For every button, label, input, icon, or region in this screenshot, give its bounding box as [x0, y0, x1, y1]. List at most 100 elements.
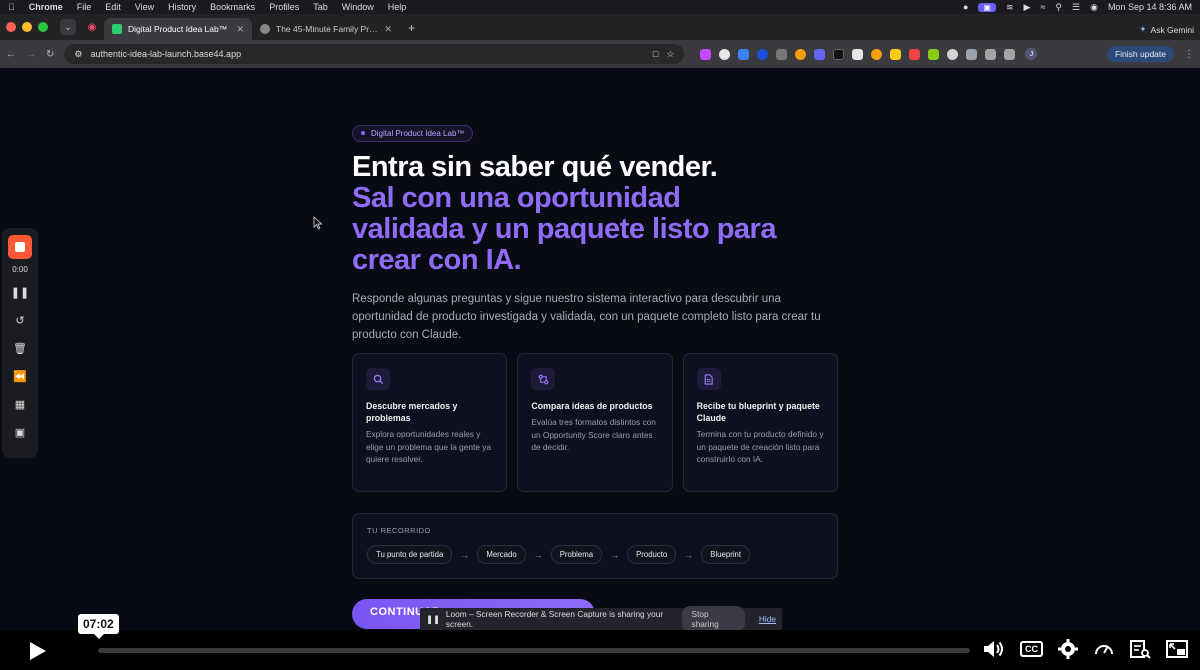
- picture-in-picture-icon[interactable]: [1165, 638, 1189, 660]
- menu-file[interactable]: File: [77, 2, 92, 12]
- journey-step-blueprint: Blueprint: [701, 545, 751, 564]
- site-info-icon[interactable]: ⚙: [74, 49, 82, 60]
- close-window-icon[interactable]: [6, 22, 16, 32]
- trash-icon[interactable]: 🗑: [10, 338, 30, 358]
- url-text[interactable]: authentic-idea-lab-launch.base44.app: [90, 49, 644, 59]
- menu-help[interactable]: Help: [388, 2, 407, 12]
- apple-icon[interactable]: : [8, 2, 15, 12]
- extension-icon[interactable]: [700, 48, 712, 60]
- bookmark-star-icon[interactable]: ☆: [666, 49, 674, 60]
- user-status-icon[interactable]: ◉: [1090, 2, 1098, 13]
- side-panel-icon[interactable]: [1004, 48, 1016, 60]
- screen-share-indicator-icon[interactable]: ▣: [978, 2, 996, 12]
- pause-icon[interactable]: ❚❚: [10, 282, 30, 302]
- audio-icon[interactable]: ≋: [1006, 2, 1014, 13]
- extension-icon[interactable]: [871, 48, 883, 60]
- tab-idea-lab[interactable]: Digital Product Idea Lab™ ✕: [104, 18, 252, 40]
- extensions-row: [700, 48, 1016, 60]
- status-area: ● ▣ ≋ ▶ ≈ ⚲ ☰ ◉ Mon Sep 14 8:36 AM: [963, 2, 1192, 13]
- share-banner-text: Loom – Screen Recorder & Screen Capture …: [445, 609, 664, 629]
- download-icon[interactable]: [985, 48, 997, 60]
- journey-label: TU RECORRIDO: [367, 526, 431, 535]
- journey-panel: TU RECORRIDO Tu punto de partida → Merca…: [352, 513, 838, 579]
- stop-recording-button[interactable]: [8, 235, 32, 259]
- extension-icon[interactable]: [795, 48, 807, 60]
- more-menu-icon[interactable]: ⋮: [1184, 49, 1194, 60]
- hide-banner-link[interactable]: Hide: [759, 614, 776, 624]
- extensions-puzzle-icon[interactable]: [966, 48, 978, 60]
- extension-icon[interactable]: [757, 48, 769, 60]
- feature-card-desc: Termina con tu producto definido y un pa…: [696, 429, 824, 464]
- profile-avatar[interactable]: J: [1025, 48, 1038, 60]
- reload-icon[interactable]: ↻: [46, 49, 54, 60]
- restart-icon[interactable]: ↺: [10, 310, 30, 330]
- journey-steps: Tu punto de partida → Mercado → Problema…: [367, 545, 823, 564]
- gemini-sparkle-icon: ✦: [1139, 24, 1147, 34]
- menu-window[interactable]: Window: [342, 2, 374, 12]
- extension-icon[interactable]: [738, 48, 750, 60]
- menu-clock[interactable]: Mon Sep 14 8:36 AM: [1108, 2, 1192, 12]
- tab-title: Digital Product Idea Lab™: [128, 24, 228, 34]
- compare-icon: [531, 368, 556, 390]
- extension-icon[interactable]: [928, 48, 940, 60]
- volume-icon[interactable]: [982, 638, 1006, 660]
- extension-icon[interactable]: [909, 48, 921, 60]
- maximize-window-icon[interactable]: [38, 22, 48, 32]
- menu-edit[interactable]: Edit: [105, 2, 121, 12]
- feature-card-title: Recibe tu blueprint y paquete Claude: [696, 401, 820, 423]
- window-controls: [6, 14, 48, 40]
- brand-chip: Digital Product Idea Lab™: [352, 124, 474, 142]
- tab-search-chevron-icon[interactable]: ⌄: [60, 19, 76, 35]
- wifi-icon[interactable]: ≈: [1040, 2, 1045, 12]
- stop-sharing-button[interactable]: Stop sharing: [681, 606, 745, 632]
- document-icon: [696, 368, 721, 390]
- minimize-window-icon[interactable]: [22, 22, 32, 32]
- finish-update-button[interactable]: Finish update: [1106, 46, 1174, 62]
- extension-icon[interactable]: [947, 48, 959, 60]
- rewind-icon[interactable]: ⏪: [10, 366, 30, 386]
- mouse-cursor-icon: [313, 216, 323, 230]
- menu-tab[interactable]: Tab: [313, 2, 328, 12]
- menu-profiles[interactable]: Profiles: [269, 2, 299, 12]
- camera-icon[interactable]: ▣: [10, 422, 30, 442]
- menu-history[interactable]: History: [168, 2, 196, 12]
- spotlight-search-icon[interactable]: ⚲: [1055, 2, 1062, 13]
- pause-bars-icon: ❚❚: [426, 614, 440, 624]
- grid-icon[interactable]: ▦: [10, 394, 30, 414]
- install-app-icon[interactable]: □: [653, 49, 658, 59]
- playback-speed-icon[interactable]: [1093, 638, 1115, 660]
- hero-title-line-4: crear con IA.: [352, 243, 522, 276]
- recording-tab-icon[interactable]: ◉: [84, 19, 100, 35]
- back-arrow-icon[interactable]: ←: [6, 49, 16, 60]
- closed-captions-button[interactable]: CC: [1020, 641, 1043, 657]
- settings-gear-icon[interactable]: [1057, 638, 1079, 660]
- browser-toolbar: ← → ↻ ⚙ authentic-idea-lab-launch.base44…: [0, 40, 1200, 68]
- forward-arrow-icon[interactable]: →: [26, 49, 36, 60]
- extension-icon[interactable]: [776, 48, 788, 60]
- extension-icon[interactable]: [719, 48, 731, 60]
- play-icon[interactable]: [26, 640, 48, 662]
- extension-icon[interactable]: [814, 48, 826, 60]
- new-tab-plus-icon[interactable]: +: [408, 21, 415, 35]
- video-timeline-scrubber[interactable]: [98, 648, 970, 653]
- menu-app-name[interactable]: Chrome: [29, 2, 63, 12]
- arrow-right-icon: →: [533, 549, 543, 560]
- tab-close-icon[interactable]: ✕: [384, 24, 392, 35]
- transcript-search-icon[interactable]: [1129, 638, 1151, 660]
- tab-family-protein[interactable]: The 45-Minute Family Protein Pa ✕: [252, 18, 400, 40]
- star-extension-icon[interactable]: [890, 48, 902, 60]
- microphone-icon[interactable]: ●: [963, 2, 968, 12]
- chip-label: Digital Product Idea Lab™: [371, 128, 465, 138]
- feature-card-title: Descubre mercados y problemas: [366, 401, 458, 423]
- feature-card-desc: Explora oportunidades reales y elige un …: [366, 429, 492, 464]
- extension-icon[interactable]: [833, 48, 845, 60]
- control-center-icon[interactable]: ☰: [1072, 2, 1080, 13]
- player-right-controls: CC: [982, 638, 1189, 660]
- ask-gemini-button[interactable]: ✦ Ask Gemini: [1139, 24, 1194, 35]
- menu-bookmarks[interactable]: Bookmarks: [210, 2, 255, 12]
- tab-close-icon[interactable]: ✕: [236, 24, 244, 35]
- play-status-icon[interactable]: ▶: [1024, 2, 1031, 13]
- eyedropper-icon[interactable]: [852, 48, 864, 60]
- address-bar[interactable]: ⚙ authentic-idea-lab-launch.base44.app □…: [64, 44, 685, 64]
- menu-view[interactable]: View: [135, 2, 154, 12]
